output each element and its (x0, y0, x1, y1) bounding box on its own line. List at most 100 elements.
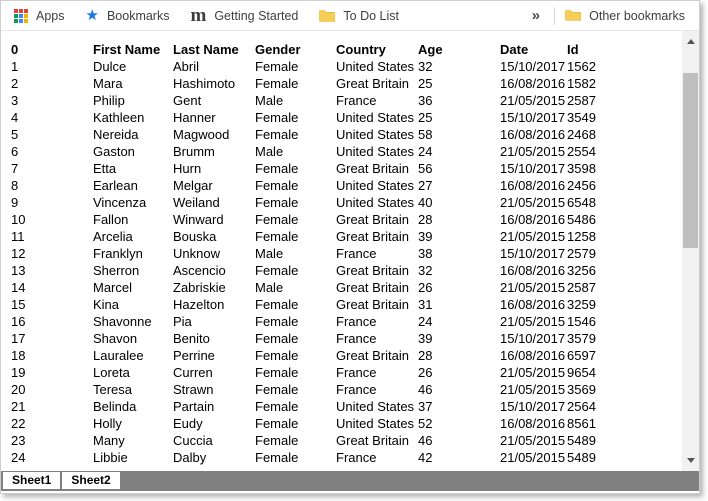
cell-gender: Female (255, 398, 336, 415)
cell-id: 1258 (567, 228, 648, 245)
data-table: 0First NameLast NameGenderCountryAgeDate… (11, 41, 648, 466)
bookmark-label-getting-started: Getting Started (214, 9, 298, 23)
table-row: 6GastonBrummMaleUnited States2421/05/201… (11, 143, 648, 160)
cell-age: 25 (418, 109, 500, 126)
cell-date: 15/10/2017 (500, 160, 567, 177)
cell-last-name: Abril (173, 58, 255, 75)
cell-age: 58 (418, 126, 500, 143)
cell-id: 5489 (567, 449, 648, 466)
header-first-name: First Name (93, 41, 173, 58)
other-bookmarks-button[interactable]: Other bookmarks (565, 9, 685, 23)
cell-gender: Female (255, 432, 336, 449)
header-last-name: Last Name (173, 41, 255, 58)
table-row: 17ShavonBenitoFemaleFrance3915/10/201735… (11, 330, 648, 347)
cell-first-name: Franklyn (93, 245, 173, 262)
cell-age: 32 (418, 58, 500, 75)
cell-country: France (336, 449, 418, 466)
cell-row-number: 8 (11, 177, 93, 194)
cell-gender: Female (255, 160, 336, 177)
cell-date: 21/05/2015 (500, 313, 567, 330)
cell-last-name: Weiland (173, 194, 255, 211)
todo-folder-icon (319, 9, 335, 22)
header-row-number: 0 (11, 41, 93, 58)
scroll-up-button[interactable] (682, 33, 699, 50)
bookmark-item-getting-started[interactable]: m Getting Started (190, 9, 298, 23)
cell-gender: Female (255, 109, 336, 126)
bookmark-item-apps[interactable]: Apps (14, 9, 65, 23)
table-row: 12FranklynUnknowMaleFrance3815/10/201725… (11, 245, 648, 262)
cell-row-number: 6 (11, 143, 93, 160)
cell-row-number: 15 (11, 296, 93, 313)
cell-gender: Female (255, 296, 336, 313)
table-header-row: 0First NameLast NameGenderCountryAgeDate… (11, 41, 648, 58)
apps-grid-square (19, 19, 23, 23)
header-age: Age (418, 41, 500, 58)
cell-age: 36 (418, 92, 500, 109)
cell-country: France (336, 92, 418, 109)
header-id: Id (567, 41, 648, 58)
cell-row-number: 5 (11, 126, 93, 143)
cell-first-name: Kina (93, 296, 173, 313)
sheet-tab-sheet2[interactable]: Sheet2 (62, 472, 119, 489)
table-row: 9VincenzaWeilandFemaleUnited States4021/… (11, 194, 648, 211)
table-row: 21BelindaPartainFemaleUnited States3715/… (11, 398, 648, 415)
star-icon: ★ (86, 9, 99, 23)
cell-country: United States (336, 143, 418, 160)
apps-grid-square (24, 9, 28, 13)
cell-gender: Male (255, 279, 336, 296)
cell-id: 6548 (567, 194, 648, 211)
bookmark-item-to-do-list[interactable]: To Do List (319, 9, 399, 23)
cell-gender: Female (255, 177, 336, 194)
bookmark-item-bookmarks[interactable]: ★ Bookmarks (86, 9, 170, 23)
cell-row-number: 11 (11, 228, 93, 245)
cell-first-name: Belinda (93, 398, 173, 415)
cell-age: 32 (418, 262, 500, 279)
table-row: 4KathleenHannerFemaleUnited States2515/1… (11, 109, 648, 126)
cell-age: 56 (418, 160, 500, 177)
cell-gender: Male (255, 143, 336, 160)
cell-country: Great Britain (336, 347, 418, 364)
cell-first-name: Vincenza (93, 194, 173, 211)
cell-age: 38 (418, 245, 500, 262)
sheet-tab-sheet1[interactable]: Sheet1 (3, 472, 60, 489)
cell-date: 16/08/2016 (500, 211, 567, 228)
vertical-scrollbar[interactable] (682, 31, 699, 471)
table-row: 11ArceliaBouskaFemaleGreat Britain3921/0… (11, 228, 648, 245)
cell-age: 26 (418, 279, 500, 296)
overflow-chevron-icon[interactable]: » (528, 7, 544, 24)
table-row: 13SherronAscencioFemaleGreat Britain3216… (11, 262, 648, 279)
cell-country: Great Britain (336, 75, 418, 92)
cell-date: 16/08/2016 (500, 296, 567, 313)
cell-date: 21/05/2015 (500, 194, 567, 211)
cell-id: 3579 (567, 330, 648, 347)
cell-age: 40 (418, 194, 500, 211)
cell-gender: Female (255, 415, 336, 432)
cell-date: 21/05/2015 (500, 364, 567, 381)
cell-age: 26 (418, 364, 500, 381)
cell-first-name: Holly (93, 415, 173, 432)
cell-age: 24 (418, 313, 500, 330)
cell-id: 8561 (567, 415, 648, 432)
bookmarks-bar-divider (554, 7, 555, 25)
cell-country: France (336, 330, 418, 347)
cell-last-name: Eudy (173, 415, 255, 432)
cell-date: 15/10/2017 (500, 330, 567, 347)
browser-window: Apps ★ Bookmarks m Getting Started To Do… (0, 0, 700, 494)
apps-grid-square (19, 9, 23, 13)
cell-id: 1546 (567, 313, 648, 330)
table-row: 22HollyEudyFemaleUnited States5216/08/20… (11, 415, 648, 432)
cell-id: 5489 (567, 432, 648, 449)
cell-id: 1562 (567, 58, 648, 75)
scroll-thumb[interactable] (683, 73, 698, 248)
cell-id: 1582 (567, 75, 648, 92)
table-row: 16ShavonnePiaFemaleFrance2421/05/2015154… (11, 313, 648, 330)
cell-age: 25 (418, 75, 500, 92)
table-row: 3PhilipGentMaleFrance3621/05/20152587 (11, 92, 648, 109)
cell-date: 21/05/2015 (500, 381, 567, 398)
cell-gender: Female (255, 449, 336, 466)
scroll-down-button[interactable] (682, 452, 699, 469)
bookmarks-bar-right: » Other bookmarks (528, 7, 687, 25)
cell-row-number: 16 (11, 313, 93, 330)
mozilla-m-icon: m (190, 9, 206, 23)
other-bookmarks-label: Other bookmarks (589, 9, 685, 23)
